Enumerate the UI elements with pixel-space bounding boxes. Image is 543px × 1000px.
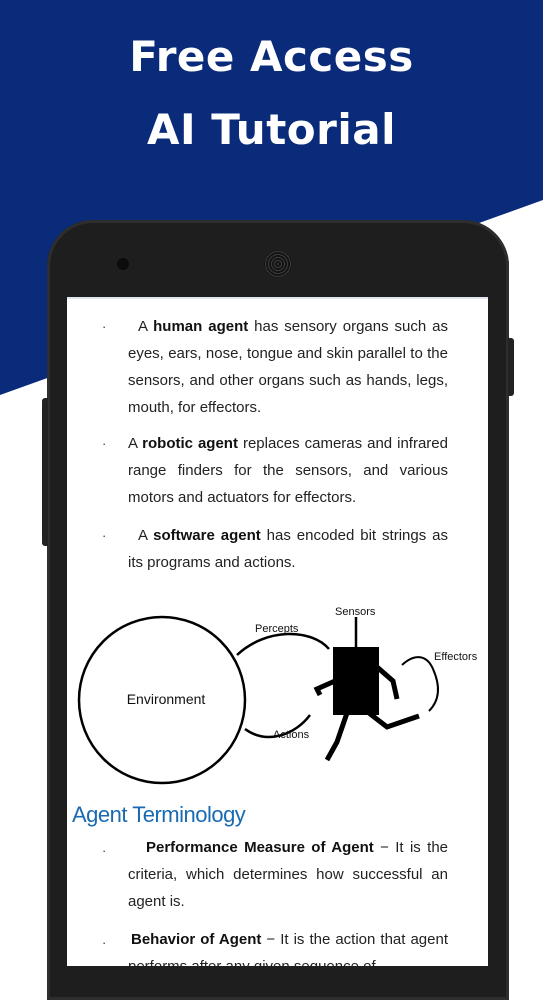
percepts-label: Percepts — [255, 623, 299, 635]
list-item-software-agent: A software agent has encoded bit strings… — [128, 522, 448, 576]
effectors-label: Effectors — [434, 651, 478, 663]
agent-arm-left — [313, 678, 337, 697]
section-title-agent-terminology: Agent Terminology — [72, 802, 246, 827]
list-bullet: · — [102, 935, 107, 950]
list-item-performance-measure: Performance Measure of Agent − It is the… — [128, 834, 448, 915]
list-item-prefix: A — [138, 527, 154, 544]
term-performance-measure: Performance Measure of Agent — [146, 839, 374, 856]
agent-environment-diagram: Environment Percepts Actions Sensors Eff… — [77, 606, 478, 785]
list-bullet: · — [102, 843, 107, 858]
screen-top-divider — [67, 297, 488, 299]
earpiece-speaker-icon — [264, 250, 292, 278]
percepts-arrow — [236, 632, 330, 656]
agent-leg-right — [367, 711, 420, 730]
promo-title-line-1: Free Access — [129, 32, 414, 81]
list-item-human-agent: A human agent has sensory organs such as… — [128, 313, 448, 421]
phone-power-button — [508, 338, 514, 396]
list-bullet: · — [102, 319, 107, 334]
term-robotic-agent: robotic agent — [142, 435, 238, 452]
list-item-robotic-agent: A robotic agent replaces cameras and inf… — [128, 430, 448, 511]
agent-leg-left — [324, 712, 350, 762]
term-human-agent: human agent — [153, 318, 249, 335]
app-screen[interactable]: · A human agent has sensory organs such … — [67, 297, 488, 966]
environment-label: Environment — [127, 691, 206, 707]
effectors-arrow — [401, 656, 439, 712]
term-software-agent: software agent — [153, 527, 261, 544]
front-camera-icon — [117, 258, 129, 270]
list-bullet: · — [102, 436, 107, 451]
agent-arm-right — [375, 665, 400, 700]
sensors-label: Sensors — [335, 606, 376, 618]
phone-volume-button — [42, 398, 48, 546]
term-behavior-of-agent: Behavior of Agent — [131, 931, 262, 948]
list-item-behavior-of-agent: Behavior of Agent − It is the action tha… — [128, 926, 448, 966]
agent-body — [333, 647, 379, 715]
actions-label: Actions — [273, 729, 310, 741]
list-item-prefix: A — [138, 318, 154, 335]
promo-title-line-2: AI Tutorial — [147, 105, 396, 154]
list-item-prefix: A — [128, 435, 143, 452]
list-bullet: · — [102, 528, 107, 543]
